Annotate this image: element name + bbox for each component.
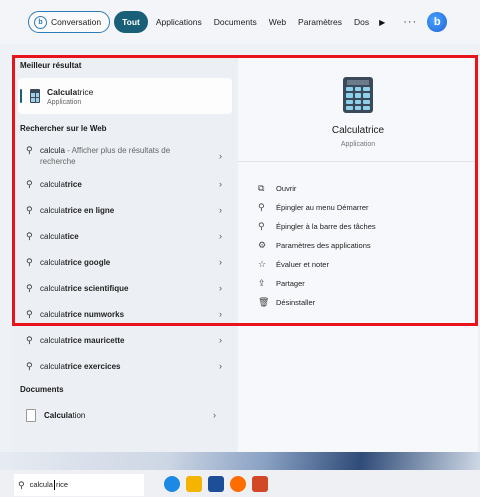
edge-icon[interactable] [164,476,180,492]
conversation-label: Conversation [51,17,102,27]
file-explorer-icon[interactable] [186,476,202,492]
search-text: calcula rice [29,479,69,490]
wallpaper-strip [0,452,480,470]
tab-documents[interactable]: Documents [210,17,261,27]
conversation-button[interactable]: b Conversation [28,11,111,33]
document-name-rest: tion [72,410,86,420]
search-icon: ⚲ [26,360,33,371]
taskbar-search-input[interactable]: ⚲ calcula rice [14,474,144,496]
bing-chat-icon: b [34,15,47,29]
suggestion-item[interactable]: ⚲ calculatrice mauricette › [12,327,238,353]
firefox-icon[interactable] [230,476,246,492]
highlight-frame [12,55,478,326]
filter-bar: b Conversation Tout Applications Documen… [0,0,480,44]
chevron-right-icon[interactable]: › [219,335,222,345]
search-icon: ⚲ [18,479,25,490]
text-caret [53,480,55,490]
document-item[interactable]: Calculation › [18,402,232,428]
document-icon [26,408,36,422]
documents-title: Documents [20,385,64,394]
tab-parametres[interactable]: Paramètres [294,17,346,27]
tab-dossiers[interactable]: Dos [350,17,373,27]
tab-applications[interactable]: Applications [152,17,206,27]
suggestion-item[interactable]: ⚲ calculatrice exercices › [12,353,238,379]
search-icon: ⚲ [26,334,33,345]
chevron-right-icon[interactable]: › [213,410,216,420]
play-arrow-icon[interactable]: ▶ [379,18,385,27]
more-options-icon[interactable]: ··· [403,16,417,28]
tab-web[interactable]: Web [265,17,290,27]
document-name-match: Calcula [44,410,73,420]
mail-icon[interactable] [208,476,224,492]
bing-icon[interactable]: b [427,12,448,32]
chevron-right-icon[interactable]: › [219,361,222,371]
powerpoint-icon[interactable] [252,476,268,492]
tab-tout[interactable]: Tout [114,11,148,33]
